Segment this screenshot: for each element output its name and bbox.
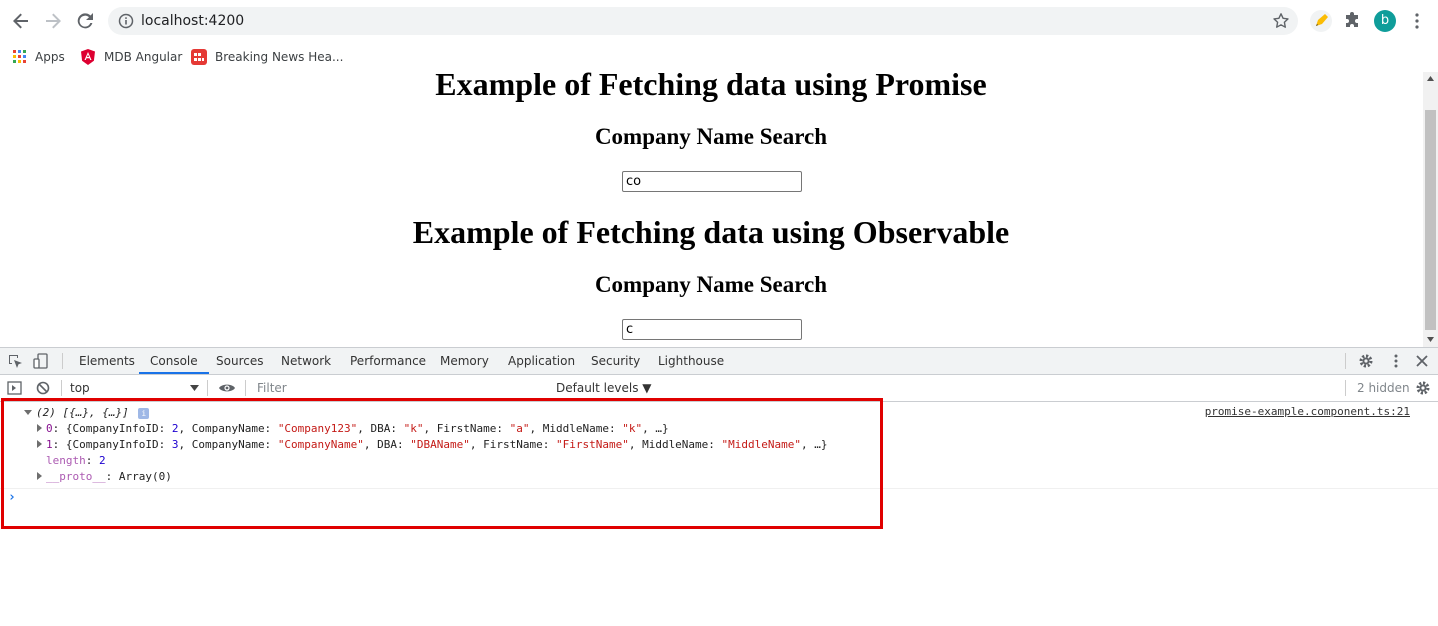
bookmark-label: Breaking News Hea... [215, 50, 344, 64]
device-toolbar-icon[interactable] [33, 353, 49, 369]
observable-search-input[interactable]: c [622, 319, 802, 340]
page-scrollbar[interactable] [1423, 72, 1438, 347]
scroll-down-icon[interactable] [1426, 335, 1435, 343]
tab-lighthouse[interactable]: Lighthouse [658, 348, 724, 374]
divider [1345, 380, 1346, 396]
reload-icon[interactable] [73, 9, 97, 33]
dropdown-arrow-icon [190, 385, 199, 391]
scroll-up-icon[interactable] [1426, 75, 1435, 83]
tab-security[interactable]: Security [591, 348, 640, 374]
annotation-highlight-box [1, 398, 883, 529]
bookmark-mdb-angular[interactable]: MDB Angular [80, 46, 182, 68]
filter-input[interactable]: Filter [257, 381, 287, 395]
tab-elements[interactable]: Elements [79, 348, 135, 374]
back-icon[interactable] [9, 9, 33, 33]
page-viewport: Example of Fetching data using Promise C… [0, 72, 1438, 347]
tab-memory[interactable]: Memory [440, 348, 489, 374]
devtools-tabbar: Elements Console Sources Network Perform… [0, 348, 1438, 375]
tab-network[interactable]: Network [281, 348, 331, 374]
news-icon [191, 49, 207, 65]
console-settings-gear-icon[interactable] [1415, 380, 1431, 396]
more-options-icon[interactable] [1388, 353, 1404, 369]
context-selector[interactable]: top [62, 378, 204, 398]
observable-search-heading: Company Name Search [594, 272, 828, 297]
context-value: top [70, 381, 90, 395]
url-text: localhost:4200 [141, 13, 245, 29]
scrollbar-thumb[interactable] [1425, 110, 1436, 330]
close-devtools-icon[interactable] [1415, 354, 1429, 368]
hidden-count: 2 hidden [1357, 381, 1410, 395]
extensions-puzzle-icon[interactable] [1342, 10, 1364, 32]
source-link[interactable]: promise-example.component.ts:21 [1205, 405, 1410, 418]
info-icon[interactable] [118, 13, 134, 29]
profile-avatar[interactable]: b [1374, 10, 1396, 32]
browser-toolbar: localhost:4200 b [0, 0, 1438, 42]
browser-menu-icon[interactable] [1406, 10, 1428, 32]
tab-sources[interactable]: Sources [216, 348, 263, 374]
divider [62, 353, 63, 369]
bookmark-label: MDB Angular [104, 50, 183, 64]
sidebar-toggle-icon[interactable] [7, 381, 22, 395]
divider [207, 380, 208, 396]
forward-icon[interactable] [41, 9, 65, 33]
divider [1345, 353, 1346, 369]
address-bar[interactable]: localhost:4200 [108, 7, 1298, 35]
promise-search-heading: Company Name Search [594, 124, 828, 149]
bookmark-breaking-news[interactable]: Breaking News Hea... [191, 46, 343, 68]
bookmark-star-icon[interactable] [1272, 12, 1290, 30]
inspect-element-icon[interactable] [8, 354, 23, 369]
live-expression-eye-icon[interactable] [218, 382, 236, 394]
tab-performance[interactable]: Performance [350, 348, 426, 374]
apps-grid-icon [13, 50, 26, 63]
bookmarks-bar: Apps MDB Angular Breaking News Hea... [0, 42, 1438, 73]
bookmark-label: Apps [35, 50, 65, 64]
settings-gear-icon[interactable] [1358, 353, 1374, 369]
promise-search-input[interactable]: co [622, 171, 802, 192]
bookmark-apps[interactable]: Apps [13, 46, 65, 68]
angular-shield-icon [81, 49, 95, 65]
promise-heading: Example of Fetching data using Promise [435, 72, 987, 102]
divider [245, 380, 246, 396]
levels-dropdown[interactable]: Default levels ▼ [556, 381, 652, 395]
extension-pen-icon[interactable] [1310, 10, 1332, 32]
observable-heading: Example of Fetching data using Observabl… [412, 214, 1010, 250]
tab-console[interactable]: Console [139, 348, 209, 374]
tab-application[interactable]: Application [508, 348, 575, 374]
clear-console-icon[interactable] [36, 381, 50, 395]
